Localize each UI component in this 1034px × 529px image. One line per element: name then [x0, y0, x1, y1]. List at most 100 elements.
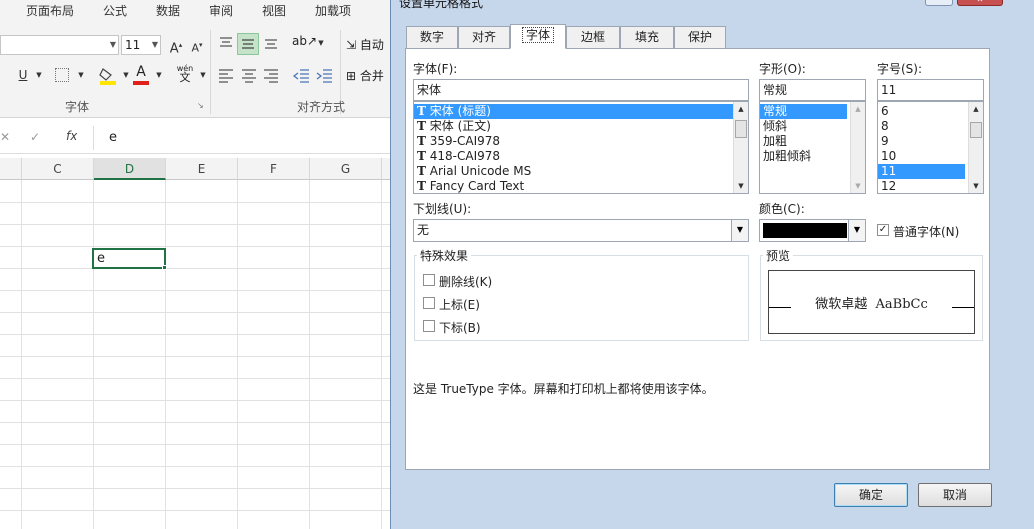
font-color-icon[interactable]: A [131, 64, 151, 86]
column-header-c[interactable]: C [22, 158, 94, 180]
color-label: 颜色(C): [759, 202, 805, 216]
scroll-thumb[interactable] [970, 122, 982, 138]
list-item[interactable]: 常规 [760, 104, 847, 119]
tab-number[interactable]: 数字 [406, 26, 458, 48]
align-left-icon[interactable] [217, 66, 235, 84]
merge-label: 合并 [359, 69, 384, 83]
wrap-text-button[interactable]: ⇲ 自动 [346, 36, 384, 53]
help-button[interactable] [925, 0, 953, 6]
align-right-icon[interactable] [262, 66, 280, 84]
scrollbar[interactable]: ▲ ▼ [733, 102, 748, 193]
list-item[interactable]: T 359-CAI978 [414, 134, 748, 149]
increase-font-icon[interactable]: A▴ [167, 36, 185, 56]
scroll-thumb[interactable] [735, 120, 747, 138]
grid-line [165, 180, 166, 529]
tab-view[interactable]: 视图 [262, 2, 286, 19]
font-style-list[interactable]: 常规 倾斜 加粗 加粗倾斜 ▲ ▼ [759, 101, 866, 194]
list-item-label: 418-CAI978 [429, 149, 501, 163]
increase-indent-icon[interactable] [315, 66, 333, 84]
size-label: 字号(S): [877, 62, 923, 76]
enter-icon[interactable]: ✓ [30, 130, 40, 144]
list-item-label: 宋体 (正文) [429, 119, 491, 133]
insert-function-icon[interactable]: fx [66, 129, 77, 143]
scroll-down-icon[interactable]: ▼ [734, 179, 748, 193]
align-center-icon[interactable] [240, 66, 258, 84]
tab-formulas[interactable]: 公式 [103, 2, 127, 19]
active-cell[interactable]: e [92, 248, 166, 269]
list-item[interactable]: T Fancy Card Text [414, 179, 748, 193]
phonetic-icon[interactable]: wén 文 [174, 64, 196, 86]
list-item[interactable]: T 418-CAI978 [414, 149, 748, 164]
scroll-down-icon[interactable]: ▼ [969, 179, 983, 193]
subscript-checkbox[interactable] [423, 320, 435, 332]
chevron-down-icon[interactable]: ▼ [731, 220, 748, 241]
column-header-d[interactable]: D [94, 158, 166, 180]
close-icon: ✕ [977, 0, 984, 4]
chevron-down-icon[interactable]: ▼ [848, 220, 865, 241]
scrollbar[interactable]: ▲ ▼ [850, 102, 865, 193]
close-button[interactable]: ✕ [957, 0, 1003, 6]
fill-color-icon[interactable] [98, 66, 118, 86]
border-icon[interactable] [55, 68, 69, 82]
tab-addins[interactable]: 加载项 [315, 2, 351, 19]
color-select[interactable]: ▼ [759, 219, 866, 242]
scroll-up-icon[interactable]: ▲ [969, 102, 983, 116]
tab-data[interactable]: 数据 [156, 2, 180, 19]
underline-label: 下划线(U): [413, 202, 472, 216]
orientation-icon[interactable]: ab↗ [292, 34, 317, 52]
align-middle-icon[interactable] [237, 33, 259, 55]
list-item[interactable]: 11 [878, 164, 965, 179]
chevron-down-icon[interactable]: ▼ [312, 34, 330, 52]
dialog-launcher-icon[interactable]: ↘ [197, 101, 204, 110]
column-header-e[interactable]: E [166, 158, 238, 180]
list-item[interactable]: T 宋体 (正文) [414, 119, 748, 134]
normal-font-checkbox[interactable]: ✓ [877, 224, 889, 236]
column-header-f[interactable]: F [238, 158, 310, 180]
font-name-combo[interactable]: ▼ [0, 35, 119, 55]
chevron-down-icon[interactable]: ▼ [72, 66, 90, 84]
cancel-icon[interactable]: ✕ [0, 130, 10, 144]
list-item[interactable]: T Arial Unicode MS [414, 164, 748, 179]
tab-font[interactable]: 字体 [510, 24, 566, 49]
align-bottom-icon[interactable] [262, 34, 280, 52]
grid-line [0, 268, 392, 269]
tab-border[interactable]: 边框 [566, 26, 620, 48]
chevron-down-icon[interactable]: ▼ [150, 66, 168, 84]
column-header-b[interactable] [0, 158, 22, 180]
cancel-button[interactable]: 取消 [918, 483, 992, 507]
column-header-g[interactable]: G [310, 158, 382, 180]
formula-input[interactable]: e [93, 126, 393, 150]
style-label: 字形(O): [759, 62, 806, 76]
superscript-checkbox[interactable] [423, 297, 435, 309]
scroll-down-icon[interactable]: ▼ [851, 179, 865, 193]
font-size-combo[interactable]: 11 ▼ [121, 35, 161, 55]
list-item[interactable]: T 宋体 (标题) [414, 104, 748, 119]
tab-protection[interactable]: 保护 [674, 26, 726, 48]
scroll-up-icon[interactable]: ▲ [734, 102, 748, 116]
list-item-label: 359-CAI978 [429, 134, 501, 148]
align-top-icon[interactable] [217, 34, 235, 52]
font-name-input[interactable]: 宋体 [413, 79, 749, 101]
font-style-input[interactable]: 常规 [759, 79, 866, 101]
scrollbar[interactable]: ▲ ▼ [968, 102, 983, 193]
tab-font-label: 字体 [521, 27, 554, 43]
truetype-icon: T [417, 119, 426, 133]
font-size-input[interactable]: 11 [877, 79, 984, 101]
decrease-font-icon[interactable]: A▾ [188, 36, 206, 55]
decrease-indent-icon[interactable] [292, 66, 310, 84]
grid-line [0, 290, 392, 291]
tab-review[interactable]: 审阅 [209, 2, 233, 19]
tab-fill[interactable]: 填充 [620, 26, 674, 48]
fill-handle[interactable] [162, 265, 167, 270]
font-size-list[interactable]: 6 8 9 10 11 12 ▲ ▼ [877, 101, 984, 194]
merge-button[interactable]: ⊞ 合并 [346, 67, 384, 84]
font-name-list[interactable]: T 宋体 (标题) T 宋体 (正文) T 359-CAI978 T 418-C… [413, 101, 749, 194]
underline-select[interactable]: 无 ▼ [413, 219, 749, 242]
tab-alignment[interactable]: 对齐 [458, 26, 510, 48]
preview-text: 微软卓越 AaBbCc [815, 297, 928, 312]
scroll-up-icon[interactable]: ▲ [851, 102, 865, 116]
ok-button[interactable]: 确定 [834, 483, 908, 507]
tab-page-layout[interactable]: 页面布局 [26, 2, 74, 19]
strikethrough-checkbox[interactable] [423, 274, 435, 286]
chevron-down-icon[interactable]: ▼ [30, 66, 48, 84]
